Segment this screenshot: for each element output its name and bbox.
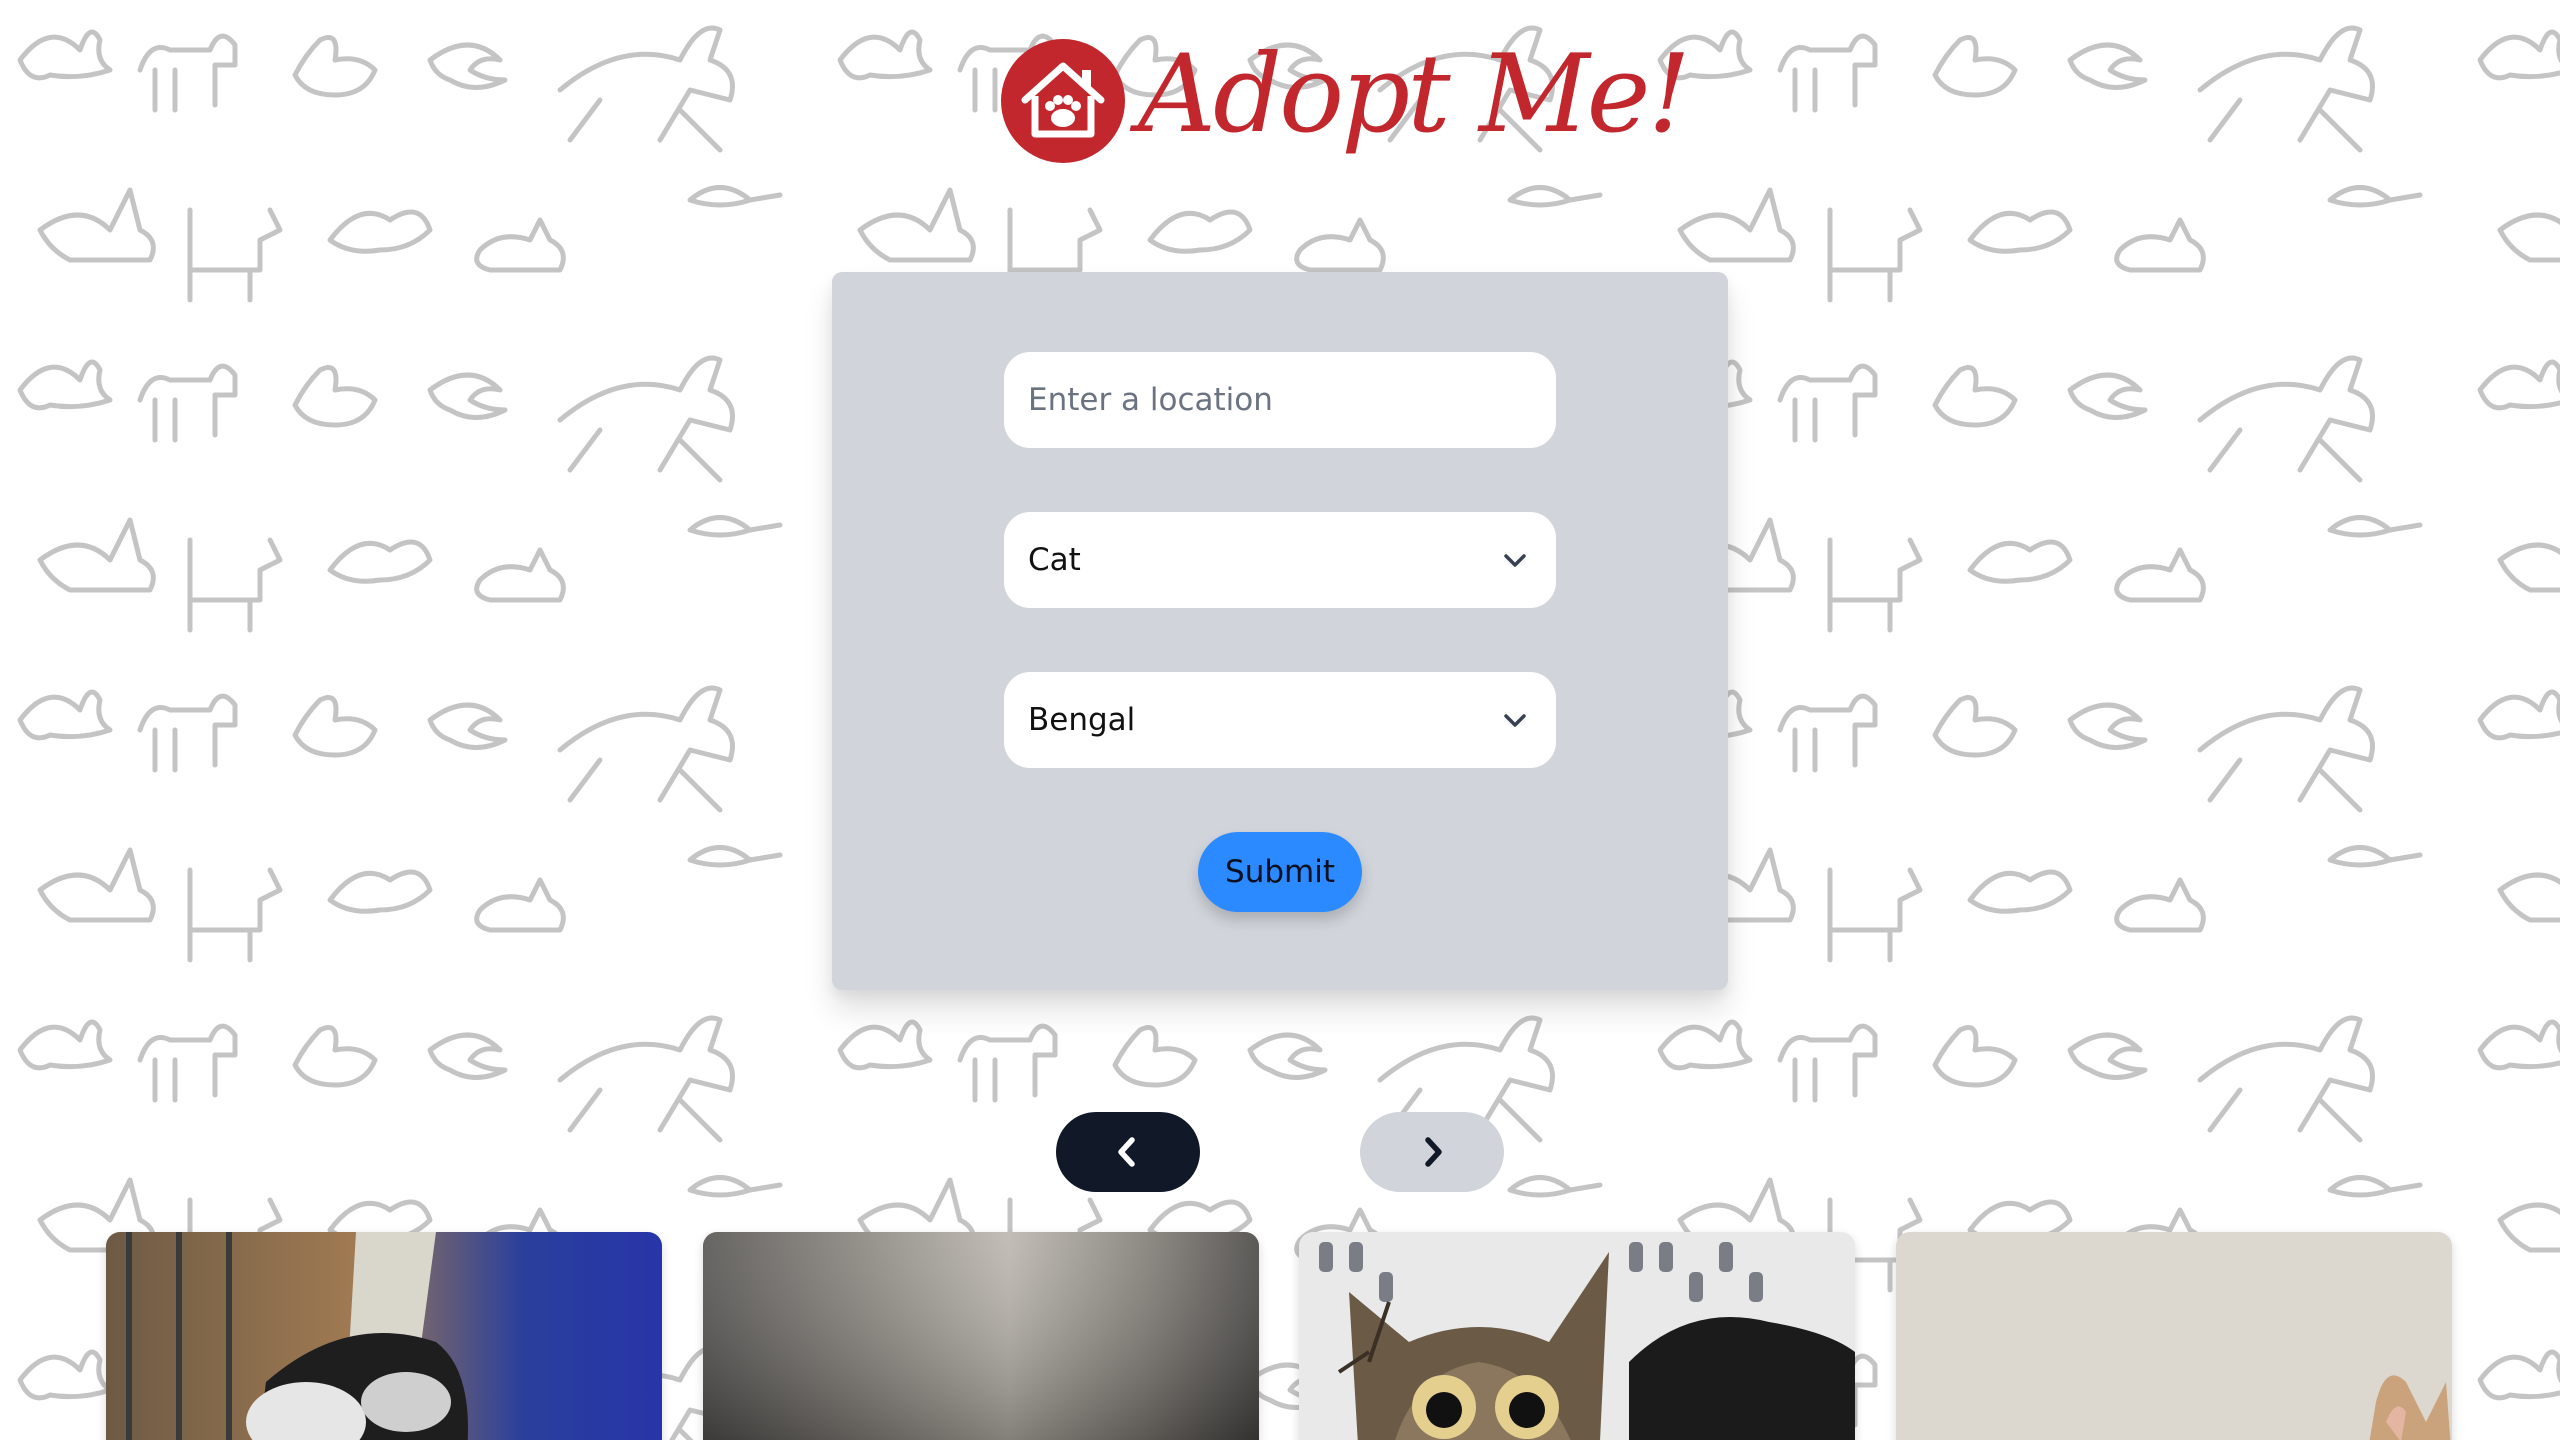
search-form: Enter a location Cat Bengal Submit [832,272,1728,990]
animal-selected-value: Cat [1028,542,1081,578]
pet-photo [703,1232,1259,1440]
chevron-left-icon [1118,1137,1135,1167]
breed-select[interactable]: Bengal [1004,672,1556,768]
animal-select[interactable]: Cat [1004,512,1556,608]
location-placeholder: Enter a location [1028,382,1273,418]
house-paw-icon [1001,39,1125,163]
previous-page-button[interactable] [1056,1112,1200,1192]
location-input[interactable]: Enter a location [1004,352,1556,448]
pet-card[interactable] [1896,1232,2452,1440]
pet-photo [106,1232,662,1440]
pet-card[interactable] [703,1232,1259,1440]
pet-card[interactable] [106,1232,662,1440]
adopt-me-logo[interactable]: Adopt Me! [1000,32,1691,198]
pet-photo [1299,1232,1855,1440]
submit-button[interactable]: Submit [1198,832,1362,912]
pet-photo [1896,1232,2452,1440]
chevron-right-icon [1425,1137,1442,1167]
breed-selected-value: Bengal [1028,702,1136,738]
chevron-down-icon [1504,714,1526,727]
chevron-down-icon [1504,554,1526,567]
next-page-button[interactable] [1360,1112,1504,1192]
pet-card[interactable] [1299,1232,1855,1440]
logo-wordmark: Adopt Me! [1138,32,1691,157]
